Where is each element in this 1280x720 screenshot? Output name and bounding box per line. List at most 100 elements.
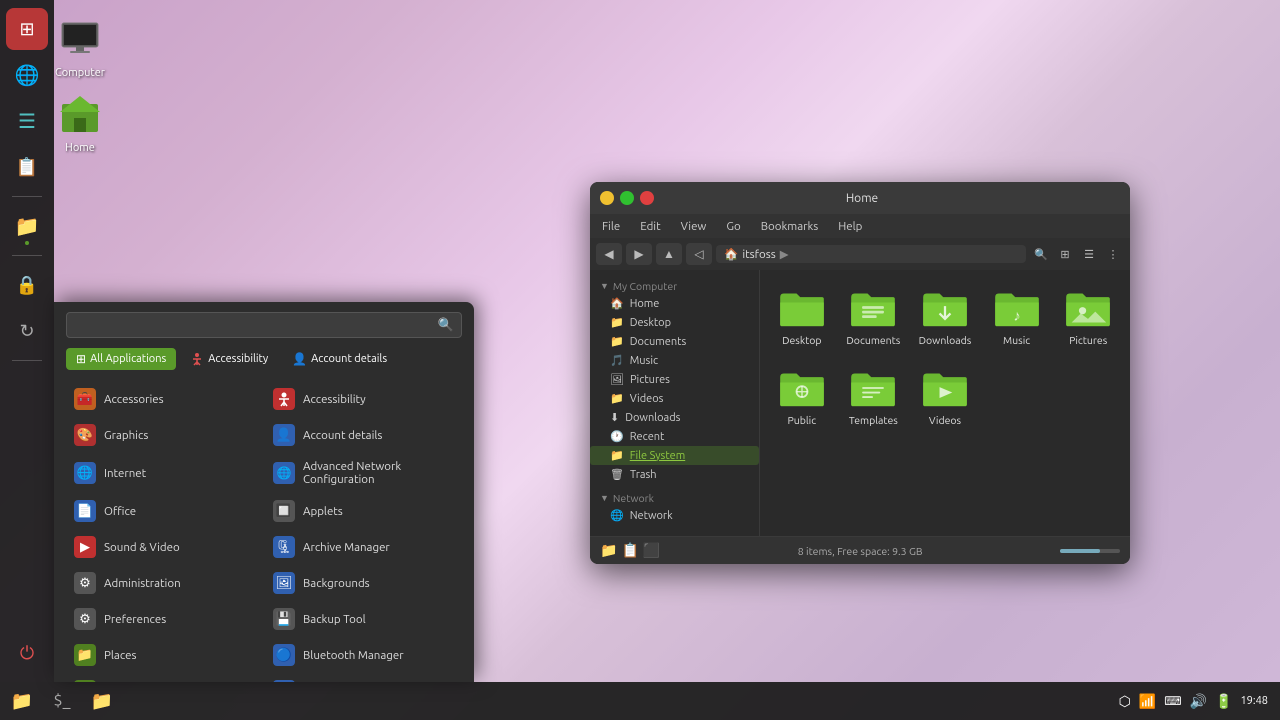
breadcrumb-arrow: ▶ — [780, 247, 789, 261]
sidebar-item-videos[interactable]: 📁 Videos — [590, 389, 759, 408]
toolbar: ◀ ▶ ▲ ◁ 🏠 itsfoss ▶ 🔍 ⊞ ☰ ⋮ — [590, 238, 1130, 270]
statusbar: 📁 📋 ⬛ 8 items, Free space: 9.3 GB — [590, 536, 1130, 564]
dock-item-lock[interactable]: 🔒 — [6, 264, 48, 306]
sidebar-item-filesystem[interactable]: 📁 File System — [590, 446, 759, 465]
list-view-button[interactable]: ☰ — [1078, 243, 1100, 265]
sidebar-item-recent[interactable]: 🕐 Recent — [590, 427, 759, 446]
app-item-account-details[interactable]: 👤 Account details — [265, 418, 462, 452]
app-item-places[interactable]: 📁 Places — [66, 638, 263, 672]
menu-view[interactable]: View — [677, 218, 711, 235]
taskbar-files[interactable]: 📁 — [4, 685, 40, 717]
taskbar-terminal[interactable]: $_ — [44, 685, 80, 717]
minimize-button[interactable] — [600, 191, 614, 205]
app-item-office[interactable]: 📄 Office — [66, 494, 263, 528]
app-item-bluetooth[interactable]: 🔵 Bluetooth Manager — [265, 638, 462, 672]
recent-sidebar-icon: 🕐 — [610, 430, 624, 443]
menu-go[interactable]: Go — [722, 218, 744, 235]
sidebar-item-documents[interactable]: 📁 Documents — [590, 332, 759, 351]
sidebar-item-music[interactable]: 🎵 Music — [590, 351, 759, 370]
folder-documents-label: Documents — [846, 334, 900, 346]
music-sidebar-icon: 🎵 — [610, 354, 624, 367]
app-menu: 🔍 ⊞ All Applications Accessibility 👤 Acc… — [54, 302, 474, 682]
folder-templates[interactable]: Templates — [842, 360, 906, 432]
search-button[interactable]: 🔍 — [1030, 243, 1052, 265]
app-item-applets[interactable]: 🔲 Applets — [265, 494, 462, 528]
desktop-sidebar-icon: 📁 — [610, 316, 624, 329]
sidebar-item-pictures[interactable]: 🖼 Pictures — [590, 370, 759, 389]
menu-bookmarks[interactable]: Bookmarks — [757, 218, 823, 235]
app-item-accessories[interactable]: 🧰 Accessories — [66, 382, 263, 416]
up-button[interactable]: ▲ — [656, 243, 682, 265]
app-item-backup[interactable]: 💾 Backup Tool — [265, 602, 462, 636]
folder-documents[interactable]: Documents — [842, 280, 906, 352]
accessibility-icon — [190, 352, 204, 366]
open-terminal-icon[interactable]: ⬛ — [643, 542, 660, 559]
folder-music-label: Music — [1003, 334, 1030, 346]
maximize-button[interactable] — [620, 191, 634, 205]
app-item-backgrounds[interactable]: 🖼 Backgrounds — [265, 566, 462, 600]
sidebar-item-trash[interactable]: 🗑 Trash — [590, 465, 759, 484]
sidebar-item-home[interactable]: 🏠 Home — [590, 294, 759, 313]
app-item-calculator[interactable]: 🖩 Calculator — [265, 674, 462, 682]
folder-pictures[interactable]: Pictures — [1056, 280, 1120, 352]
dock-item-text-editor[interactable]: ☰ — [6, 100, 48, 142]
folder-videos[interactable]: Videos — [913, 360, 977, 432]
app-item-archive[interactable]: 🗜 Archive Manager — [265, 530, 462, 564]
folder-desktop[interactable]: Desktop — [770, 280, 834, 352]
home-sidebar-icon: 🏠 — [610, 297, 624, 310]
category-all-applications[interactable]: ⊞ All Applications — [66, 348, 176, 370]
more-button[interactable]: ⋮ — [1102, 243, 1124, 265]
dock-item-menu[interactable]: ⊞ — [6, 8, 48, 50]
folder-public[interactable]: Public — [770, 360, 834, 432]
dock-item-browser[interactable]: 🌐 — [6, 54, 48, 96]
properties-icon[interactable]: 📋 — [621, 542, 638, 559]
app-item-internet[interactable]: 🌐 Internet — [66, 454, 263, 492]
menu-help[interactable]: Help — [834, 218, 866, 235]
app-item-accessibility-r[interactable]: Accessibility — [265, 382, 462, 416]
dock-item-update[interactable]: ↻ — [6, 310, 48, 352]
svg-text:♪: ♪ — [1013, 307, 1020, 324]
icon-view-button[interactable]: ⊞ — [1054, 243, 1076, 265]
collapse-network-icon: ▼ — [600, 493, 609, 503]
app-item-preferences[interactable]: ⚙ Preferences — [66, 602, 263, 636]
category-accessibility[interactable]: Accessibility — [180, 348, 278, 370]
sidebar-header-network[interactable]: ▼ Network — [590, 488, 759, 506]
taskbar: 📁 $_ 📁 ⬡ 📶 ⌨ 🔊 🔋 19:48 — [0, 682, 1280, 720]
sidebar-header-computer[interactable]: ▼ My Computer — [590, 276, 759, 294]
new-folder-icon[interactable]: 📁 — [600, 542, 617, 559]
app-item-sound-video[interactable]: ▶ Sound & Video — [66, 530, 263, 564]
app-item-recent-files[interactable]: 📁 Recent Files — [66, 674, 263, 682]
zoom-bar[interactable] — [1060, 549, 1120, 553]
menu-edit[interactable]: Edit — [636, 218, 664, 235]
breadcrumb[interactable]: 🏠 itsfoss ▶ — [716, 245, 1026, 263]
menu-file[interactable]: File — [598, 218, 624, 235]
home-icon-label: Home — [65, 142, 95, 154]
sidebar-item-downloads[interactable]: ⬇ Downloads — [590, 408, 759, 427]
app-item-graphics[interactable]: 🎨 Graphics — [66, 418, 263, 452]
dock-item-files[interactable]: 📁 — [6, 205, 48, 247]
app-item-adv-network[interactable]: 🌐 Advanced Network Configuration — [265, 454, 462, 492]
folder-music[interactable]: ♪ Music — [985, 280, 1049, 352]
folder-downloads[interactable]: Downloads — [913, 280, 977, 352]
sidebar-item-desktop[interactable]: 📁 Desktop — [590, 313, 759, 332]
bluetooth-tray-icon: ⬡ — [1119, 693, 1131, 710]
dock-item-notes[interactable]: 📋 — [6, 146, 48, 188]
back-button[interactable]: ◀ — [596, 243, 622, 265]
category-account[interactable]: 👤 Account details — [282, 348, 397, 370]
app-categories: ⊞ All Applications Accessibility 👤 Accou… — [54, 348, 474, 378]
app-item-administration[interactable]: ⚙ Administration — [66, 566, 263, 600]
taskbar-nemo[interactable]: 📁 — [84, 685, 120, 717]
videos-sidebar-icon: 📁 — [610, 392, 624, 405]
app-list: 🧰 Accessories Accessibility 🎨 Graphics 👤… — [54, 378, 474, 682]
home-breadcrumb-icon: 🏠 — [724, 247, 738, 261]
toggle-sidebar-button[interactable]: ◁ — [686, 243, 712, 265]
window-title: Home — [654, 192, 1070, 205]
breadcrumb-label: itsfoss — [742, 248, 775, 261]
folder-desktop-label: Desktop — [782, 334, 821, 346]
close-button[interactable] — [640, 191, 654, 205]
app-search-input[interactable] — [66, 312, 462, 338]
dock: ⊞ 🌐 ☰ 📋 📁 🔒 ↻ ⏻ — [0, 0, 54, 682]
dock-item-power[interactable]: ⏻ — [6, 632, 48, 674]
forward-button[interactable]: ▶ — [626, 243, 652, 265]
sidebar-item-network[interactable]: 🌐 Network — [590, 506, 759, 525]
